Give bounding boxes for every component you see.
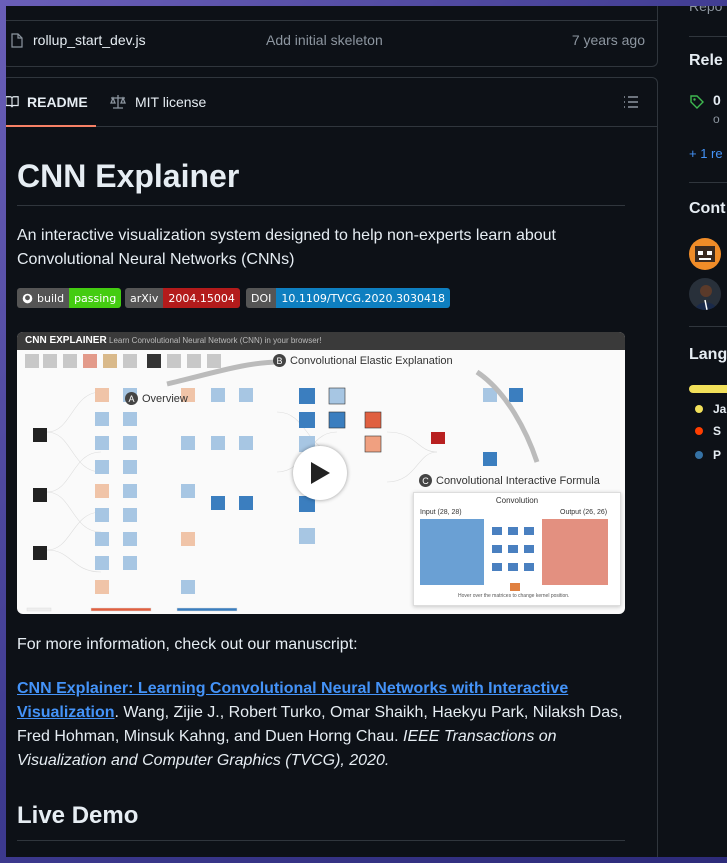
sidebar-divider: [689, 326, 727, 327]
book-icon: [6, 96, 19, 108]
annotation-badge-b: B: [273, 354, 286, 367]
readme-description: An interactive visualization system desi…: [17, 227, 556, 268]
file-name-link[interactable]: rollup_start_dev.js: [33, 32, 146, 48]
annotation-overview: A Overview: [125, 392, 188, 405]
doi-badge[interactable]: DOI 10.1109/TVCG.2020.3030418: [246, 288, 450, 308]
language-label[interactable]: P: [713, 448, 721, 462]
languages-heading: Lang: [689, 346, 727, 363]
contributor-avatar[interactable]: [689, 238, 721, 270]
tag-icon: [690, 95, 704, 109]
panel-hint: Hover over the matrices to change kernel…: [458, 593, 570, 599]
outline-menu-icon[interactable]: [623, 95, 639, 109]
commit-time: 7 years ago: [571, 32, 645, 48]
github-icon: [22, 293, 33, 303]
file-row-partial: [6, 6, 657, 21]
annotation-badge-c: C: [419, 474, 432, 487]
badge-label: build: [37, 291, 65, 305]
annotation-elastic-label: Convolutional Elastic Explanation: [290, 354, 453, 367]
readme-box: README MIT license CNN Explainer An inte…: [6, 77, 658, 857]
tab-readme-label: README: [27, 94, 88, 110]
annotation-formula-label: Convolutional Interactive Formula: [436, 474, 600, 487]
citation: CNN Explainer: Learning Convolutional Ne…: [17, 677, 627, 773]
tab-readme[interactable]: README: [6, 78, 96, 127]
language-bar: [689, 385, 727, 393]
readme-tab-bar: README MIT license: [6, 78, 657, 127]
play-icon: [311, 462, 330, 484]
sidebar-top-text: Repo: [689, 6, 723, 14]
avatar-image: [695, 246, 715, 262]
avatar-image: [695, 285, 717, 310]
demo-video[interactable]: CNN EXPLAINER Learn Convolutional Neural…: [17, 332, 625, 614]
tab-license[interactable]: MIT license: [109, 78, 206, 126]
play-button[interactable]: [293, 446, 347, 500]
convolution-graphic: [420, 519, 608, 591]
commit-message-link[interactable]: Add initial skeleton: [266, 32, 383, 48]
annotation-overview-label: Overview: [142, 392, 188, 405]
file-row[interactable]: rollup_start_dev.js Add initial skeleton…: [6, 21, 657, 61]
badge-value: passing: [69, 288, 122, 308]
language-dot: [695, 451, 703, 459]
badge-value: 2004.15004: [163, 288, 240, 308]
more-info-text: For more information, check out our manu…: [17, 636, 358, 653]
language-dot: [695, 427, 703, 435]
arxiv-badge[interactable]: arXiv 2004.15004: [125, 288, 240, 308]
contributors-heading[interactable]: Cont: [689, 200, 725, 218]
language-label[interactable]: S: [713, 424, 721, 438]
file-icon: [11, 33, 23, 48]
convolution-panel: Convolution Input (28, 28) Output (26, 2…: [413, 492, 621, 606]
live-demo-heading: Live Demo: [17, 802, 625, 841]
file-list: rollup_start_dev.js Add initial skeleton…: [6, 6, 658, 67]
build-badge[interactable]: build passing: [17, 288, 122, 308]
badge-value: 10.1109/TVCG.2020.3030418: [276, 288, 450, 308]
releases-heading[interactable]: Rele: [689, 52, 723, 70]
tab-license-label: MIT license: [135, 94, 207, 110]
sidebar-divider: [689, 182, 727, 183]
language-dot: [695, 405, 703, 413]
annotation-formula: C Convolutional Interactive Formula: [419, 474, 600, 487]
contributor-avatar[interactable]: [689, 278, 721, 310]
annotation-elastic: B Convolutional Elastic Explanation: [273, 354, 453, 367]
more-releases-link[interactable]: + 1 re: [689, 146, 723, 161]
language-label[interactable]: Ja: [713, 402, 726, 416]
badge-label: DOI: [246, 288, 277, 308]
annotation-badge-a: A: [125, 392, 138, 405]
release-tag[interactable]: 0: [713, 92, 721, 108]
github-repo-page: rollup_start_dev.js Add initial skeleton…: [6, 6, 727, 857]
readme-title: CNN Explainer: [17, 158, 625, 206]
badge-label: arXiv: [125, 288, 164, 308]
scale-icon: [110, 95, 126, 109]
release-date: o: [713, 112, 720, 126]
repo-sidebar: Repo Rele 0 o + 1 re Cont Lang Ja S P: [689, 6, 727, 857]
sidebar-divider: [689, 36, 727, 37]
